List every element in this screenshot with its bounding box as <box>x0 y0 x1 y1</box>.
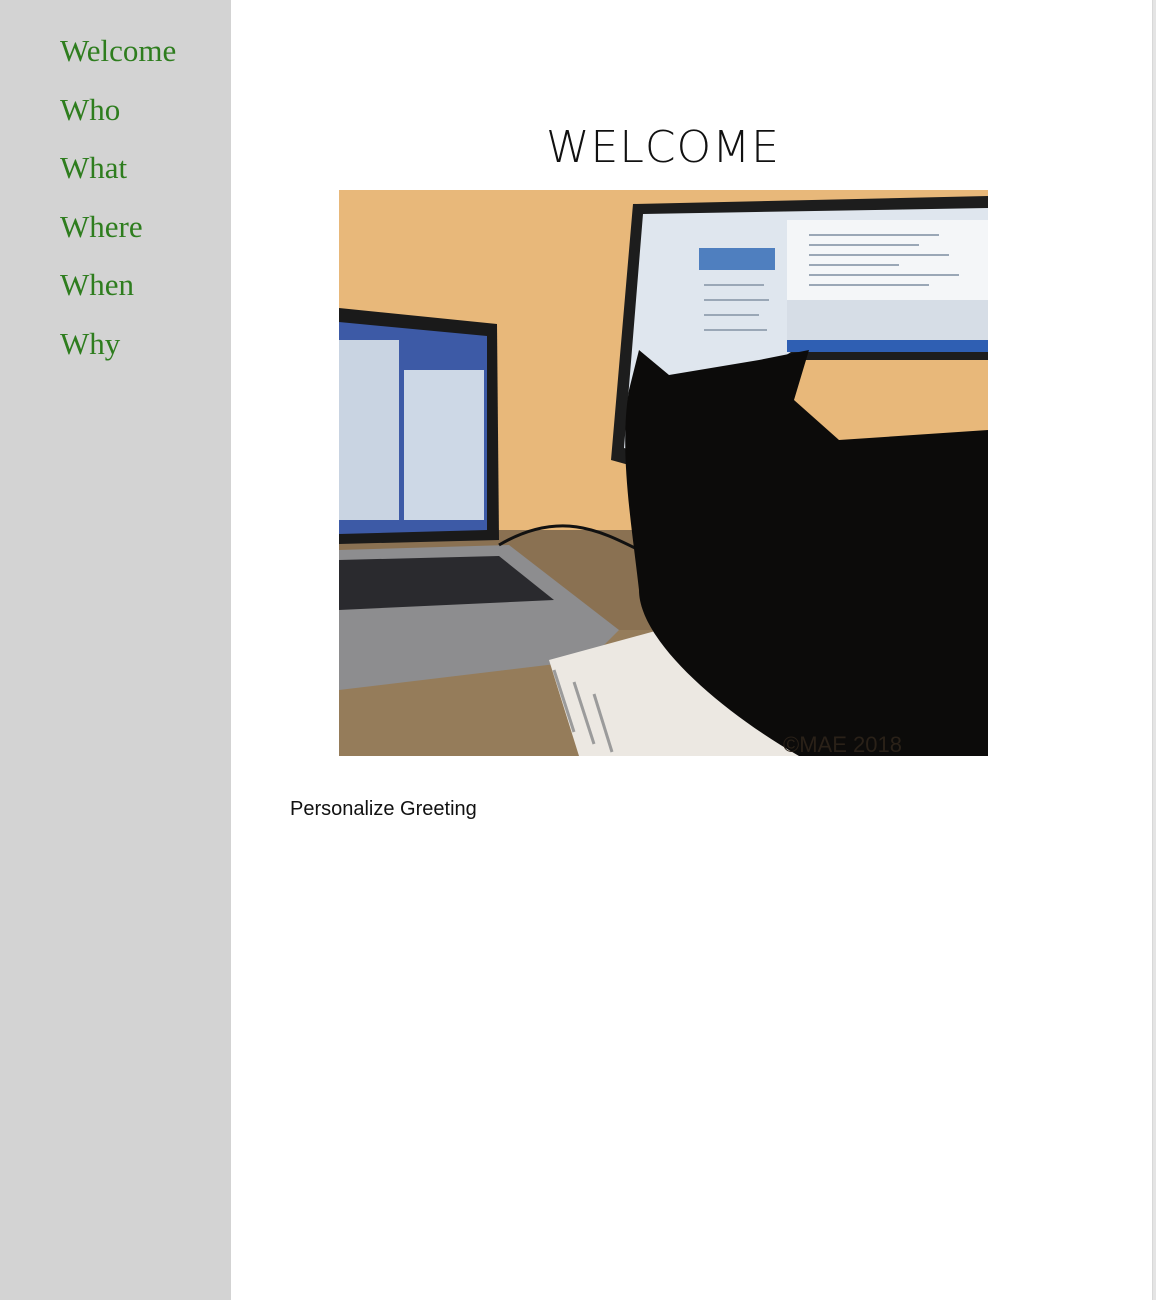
page-title: WELCOME <box>546 122 780 173</box>
main-content: WELCOME ©MAE 2018 Personalize Greeting <box>231 0 1152 1300</box>
nav-link-what[interactable]: What <box>60 147 127 189</box>
sidebar-nav: Welcome Who What Where When Why <box>60 30 176 382</box>
nav-link-why[interactable]: Why <box>60 323 120 365</box>
nav-link-who[interactable]: Who <box>60 89 120 131</box>
cat-computer-photo: ©MAE 2018 <box>339 190 988 756</box>
personalize-greeting-link[interactable]: Personalize Greeting <box>290 798 477 821</box>
photo-watermark: ©MAE 2018 <box>783 732 902 756</box>
nav-link-welcome[interactable]: Welcome <box>60 30 176 72</box>
sidebar: Welcome Who What Where When Why <box>0 0 231 1300</box>
photo-illustration: ©MAE 2018 <box>339 190 988 756</box>
nav-link-when[interactable]: When <box>60 264 134 306</box>
window-edge <box>1152 0 1156 1300</box>
nav-link-where[interactable]: Where <box>60 206 143 248</box>
